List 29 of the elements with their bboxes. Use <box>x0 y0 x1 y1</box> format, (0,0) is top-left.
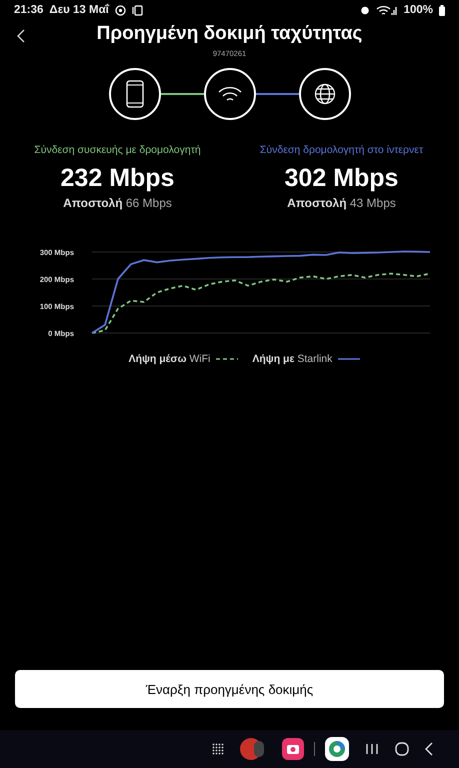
wifi-signal-icon <box>376 4 398 16</box>
upload-speed: Αποστολή 43 Mbps <box>287 196 396 210</box>
wifi-icon <box>218 85 242 103</box>
home-icon[interactable] <box>395 742 409 756</box>
camera-app-icon[interactable] <box>282 738 304 760</box>
status-date: Δευ 13 Μαΐ <box>49 4 109 16</box>
download-speed: 232 Mbps <box>60 164 174 193</box>
legend-label: Λήψη με Starlink <box>252 353 332 365</box>
back-icon[interactable] <box>425 742 433 756</box>
status-time: 21:36 <box>14 4 44 16</box>
page-title: Προηγμένη δοκιμή ταχύτητας <box>96 23 362 45</box>
battery-icon <box>439 4 445 16</box>
legend-label: Λήψη μέσω WiFi <box>128 353 210 365</box>
app-icon[interactable] <box>325 737 349 761</box>
legend-line <box>216 357 238 361</box>
back-icon[interactable] <box>16 29 25 43</box>
notification-icon <box>132 4 143 16</box>
connection-label: Σύνδεση συσκευής με δρομολογητή <box>34 144 201 156</box>
start-test-button[interactable]: Έναρξη προηγμένης δοκιμής <box>15 670 444 708</box>
battery-percent: 100% <box>404 4 433 16</box>
upload-speed: Αποστολή 66 Mbps <box>63 196 172 210</box>
download-speed: 302 Mbps <box>284 164 398 193</box>
phone-icon <box>126 80 144 108</box>
legend-line <box>338 357 360 361</box>
apps-grid-icon[interactable] <box>212 743 224 755</box>
recent-apps-icon[interactable] <box>365 743 379 755</box>
connection-label: Σύνδεση δρομολογητή στο ίντερνετ <box>260 144 424 156</box>
globe-icon <box>314 83 336 105</box>
notification-icon <box>114 4 126 16</box>
